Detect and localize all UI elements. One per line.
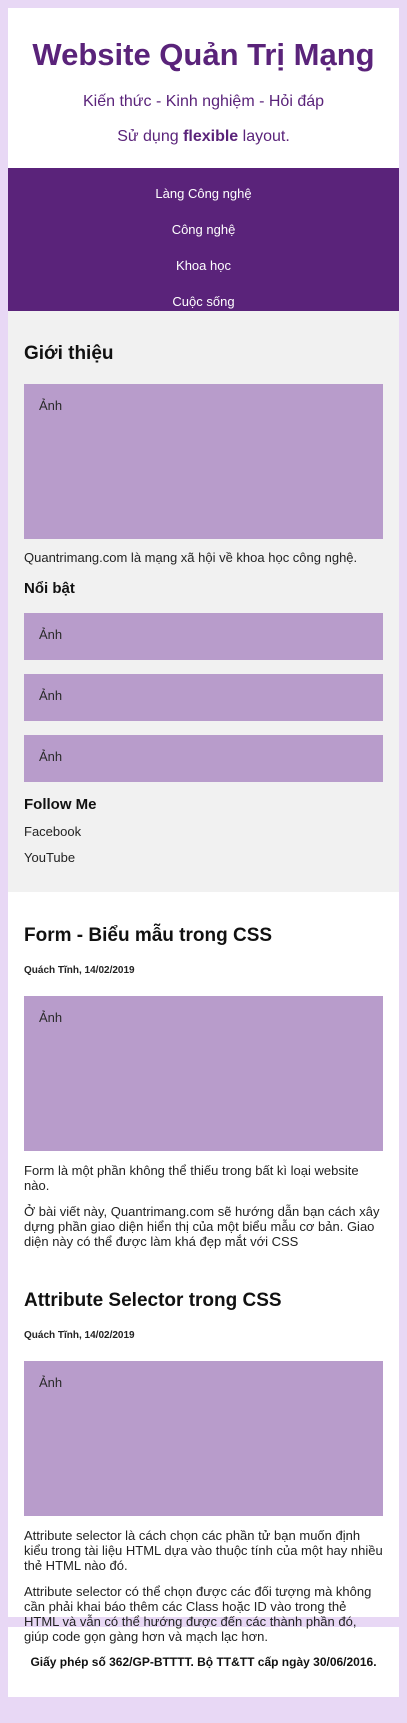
post-image-1: Ảnh bbox=[24, 996, 383, 1151]
nav-item-lang-cong-nghe[interactable]: Làng Công nghệ bbox=[8, 176, 399, 212]
post-image-label: Ảnh bbox=[39, 1010, 63, 1025]
post-meta-1: Quách Tĩnh, 14/02/2019 bbox=[24, 965, 135, 976]
nav-item-cong-nghe[interactable]: Công nghệ bbox=[8, 212, 399, 248]
featured-image-3: Ảnh bbox=[24, 735, 383, 782]
featured-title: Nổi bật bbox=[24, 580, 75, 597]
post-image-label: Ảnh bbox=[39, 1375, 63, 1390]
post-meta-2: Quách Tĩnh, 14/02/2019 bbox=[24, 1330, 135, 1341]
site-title: Website Quản Trị Mạng bbox=[32, 37, 375, 72]
sidebar: Giới thiệu Ảnh Quantrimang.com là mạng x… bbox=[8, 311, 399, 892]
nav-item-label: Công nghệ bbox=[171, 222, 236, 237]
featured-image-label: Ảnh bbox=[39, 627, 63, 642]
featured-image-1: Ảnh bbox=[24, 613, 383, 660]
featured-image-label: Ảnh bbox=[39, 688, 63, 703]
post-title-2[interactable]: Attribute Selector trong CSS bbox=[24, 1289, 383, 1313]
layout-note-prefix: Sử dụng bbox=[117, 128, 184, 145]
main-content: Form - Biểu mẫu trong CSS Quách Tĩnh, 14… bbox=[8, 892, 399, 1644]
intro-image-label: Ảnh bbox=[39, 398, 63, 413]
page-container: Website Quản Trị Mạng Kiến thức - Kinh n… bbox=[8, 8, 399, 1697]
nav-item-label: Cuộc sống bbox=[172, 294, 235, 309]
layout-note-suffix: layout. bbox=[238, 128, 290, 145]
intro-text: Quantrimang.com là mạng xã hội về khoa h… bbox=[24, 550, 358, 565]
site-tagline: Kiến thức - Kinh nghiệm - Hỏi đáp bbox=[82, 93, 325, 110]
nav-item-label: Khoa học bbox=[176, 258, 231, 273]
nav-item-khoa-hoc[interactable]: Khoa học bbox=[8, 248, 399, 284]
layout-note: Sử dụng flexible layout. bbox=[8, 127, 399, 147]
post-1-paragraph-1: Form là một phần không thể thiếu trong b… bbox=[24, 1163, 359, 1193]
layout-note-bold: flexible bbox=[183, 128, 239, 145]
main-nav: Làng Công nghệ Công nghệ Khoa học Cuộc s… bbox=[8, 168, 399, 311]
page: { "header": { "title": "Website Quản Trị… bbox=[0, 0, 407, 1723]
intro-title: Giới thiệu bbox=[24, 343, 114, 364]
footer-text: Giấy phép số 362/GP-BTTTT. Bộ TT&TT cấp … bbox=[30, 1655, 377, 1669]
intro-image: Ảnh bbox=[24, 384, 383, 539]
site-header: Website Quản Trị Mạng Kiến thức - Kinh n… bbox=[8, 8, 399, 168]
post-2-paragraph-1: Attribute selector là cách chọn các phần… bbox=[24, 1528, 383, 1573]
nav-item-label: Làng Công nghệ bbox=[155, 186, 252, 201]
featured-image-2: Ảnh bbox=[24, 674, 383, 721]
featured-image-label: Ảnh bbox=[39, 749, 63, 764]
youtube-link[interactable]: YouTube bbox=[24, 849, 383, 867]
post-image-2: Ảnh bbox=[24, 1361, 383, 1516]
follow-title: Follow Me bbox=[24, 796, 97, 813]
post-1-paragraph-2: Ở bài viết này, Quantrimang.com sẽ hướng… bbox=[24, 1204, 380, 1249]
post-title-1[interactable]: Form - Biểu mẫu trong CSS bbox=[24, 924, 383, 948]
facebook-link[interactable]: Facebook bbox=[24, 823, 383, 841]
